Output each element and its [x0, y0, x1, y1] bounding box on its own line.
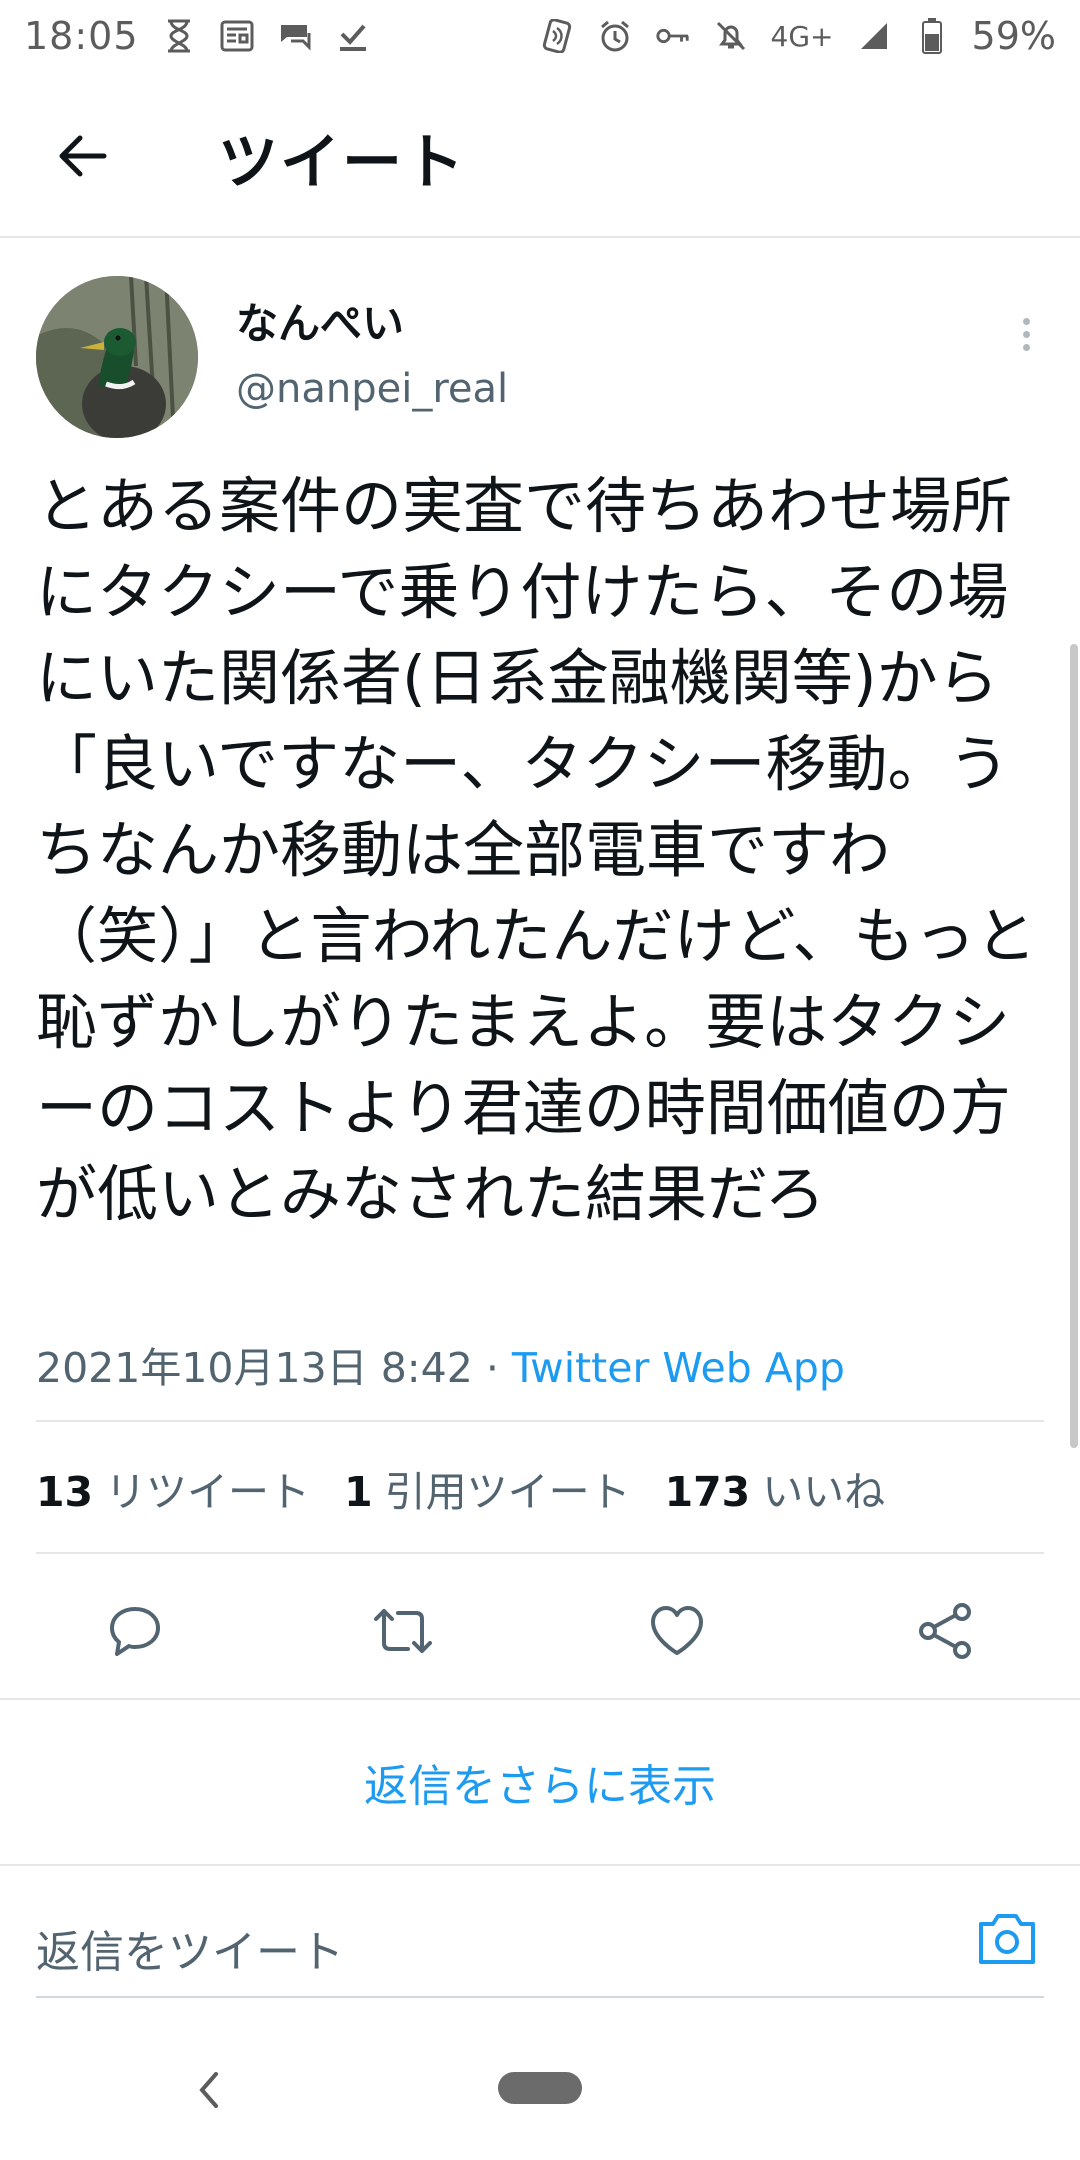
back-button[interactable] [50, 124, 114, 188]
retweets-label: リツイート [105, 1468, 311, 1516]
arrow-left-icon [59, 135, 107, 177]
share-button[interactable] [912, 1598, 978, 1664]
reply-button[interactable] [102, 1598, 168, 1664]
avatar[interactable] [36, 276, 198, 438]
user-handle[interactable]: @nanpei_real [236, 366, 508, 412]
like-button[interactable] [644, 1598, 710, 1664]
nav-home-pill[interactable] [498, 2072, 582, 2104]
tweet-stats: 13 リツイート 1 引用ツイート 173 いいね [36, 1458, 885, 1518]
nfc-icon [539, 18, 575, 54]
app-header: ツイート [0, 72, 1080, 238]
retweets-count: 13 [36, 1468, 94, 1516]
tweet-text: とある案件の実査で待ちあわせ場所にタクシーで乗り付けたら、その場にいた関係者(日… [36, 471, 1037, 1230]
share-icon [919, 1603, 971, 1659]
status-left: 18:05 [24, 14, 371, 58]
more-vertical-icon [1022, 317, 1030, 325]
news-icon [219, 18, 255, 54]
display-name[interactable]: なんぺい [236, 290, 404, 351]
divider [0, 1864, 1080, 1866]
show-more-replies-button[interactable]: 返信をさらに表示 [0, 1700, 1080, 1864]
quotes-count: 1 [344, 1468, 373, 1516]
meta-separator: · [472, 1344, 512, 1392]
bell-off-icon [713, 18, 749, 54]
quotes-stat[interactable]: 1 引用ツイート [344, 1458, 631, 1518]
likes-label: いいね [762, 1468, 886, 1516]
chevron-left-icon [199, 2072, 218, 2108]
more-options-button[interactable] [1006, 304, 1046, 364]
heart-icon [651, 1606, 703, 1655]
divider [36, 1552, 1044, 1554]
page-title: ツイート [218, 128, 466, 198]
key-icon [655, 18, 691, 54]
tweet-timestamp[interactable]: 2021年10月13日 8:42 [36, 1344, 473, 1392]
tweet-actions [0, 1574, 1080, 1684]
retweet-button[interactable] [370, 1598, 436, 1664]
reply-icon [110, 1607, 160, 1656]
status-time: 18:05 [24, 14, 139, 58]
likes-stat[interactable]: 173 いいね [665, 1458, 886, 1518]
nav-back-button[interactable] [188, 2064, 228, 2116]
tweet-meta: 2021年10月13日 8:42 · Twitter Web App [36, 1334, 845, 1394]
system-nav-bar [0, 2020, 1080, 2160]
battery-icon [914, 18, 950, 54]
reply-input[interactable]: 返信をツイート [36, 1916, 344, 1980]
divider [36, 1420, 1044, 1422]
hourglass-icon [161, 18, 197, 54]
retweets-stat[interactable]: 13 リツイート [36, 1458, 310, 1518]
quotes-label: 引用ツイート [384, 1468, 631, 1516]
camera-icon [979, 1914, 1035, 1964]
download-done-icon [335, 18, 371, 54]
camera-button[interactable] [974, 1906, 1040, 1972]
likes-count: 173 [664, 1468, 751, 1516]
tweet-author: なんぺい @nanpei_real [36, 274, 1046, 440]
status-bar: 18:05 4G+ 59% [0, 0, 1080, 72]
reply-composer[interactable]: 返信をツイート [36, 1880, 1044, 1998]
battery-percent: 59% [971, 14, 1056, 58]
scrollbar[interactable] [1070, 644, 1078, 1448]
network-type: 4G+ [770, 19, 834, 53]
signal-icon [856, 18, 892, 54]
tweet-detail-screen: 18:05 4G+ 59% ツイート なんぺい @nanpei_real とある… [0, 0, 1080, 2160]
status-right: 4G+ 59% [539, 14, 1056, 58]
tweet-source-link[interactable]: Twitter Web App [512, 1344, 845, 1392]
retweet-icon [374, 1609, 432, 1653]
alarm-icon [597, 18, 633, 54]
messenger-icon [277, 18, 313, 54]
